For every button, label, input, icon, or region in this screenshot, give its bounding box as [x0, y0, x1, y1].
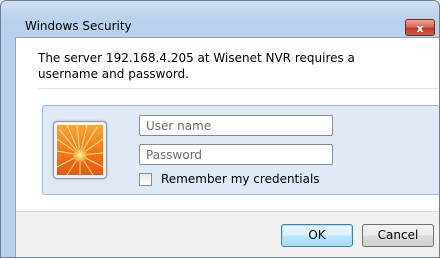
cancel-button[interactable]: Cancel	[362, 224, 434, 247]
close-button[interactable]: x	[405, 19, 435, 36]
window-title: Windows Security	[25, 19, 132, 33]
flower-user-tile-icon	[57, 125, 103, 175]
remember-credentials[interactable]: Remember my credentials	[139, 171, 320, 187]
button-bar: OK Cancel	[16, 211, 439, 257]
separator	[38, 88, 439, 89]
security-dialog: Windows Security x The server 192.168.4.…	[0, 0, 440, 258]
credential-tile[interactable]: Remember my credentials	[42, 105, 439, 195]
remember-label[interactable]: Remember my credentials	[161, 172, 320, 186]
close-icon: x	[416, 22, 424, 35]
remember-checkbox[interactable]	[139, 172, 152, 186]
ok-button[interactable]: OK	[281, 224, 353, 247]
server-message: The server 192.168.4.205 at Wisenet NVR …	[38, 51, 355, 81]
dialog-content: The server 192.168.4.205 at Wisenet NVR …	[15, 37, 439, 257]
password-input[interactable]	[139, 144, 333, 165]
title-bar[interactable]: Windows Security x	[1, 1, 439, 36]
username-input[interactable]	[139, 115, 333, 136]
user-tile-icon	[53, 121, 107, 179]
